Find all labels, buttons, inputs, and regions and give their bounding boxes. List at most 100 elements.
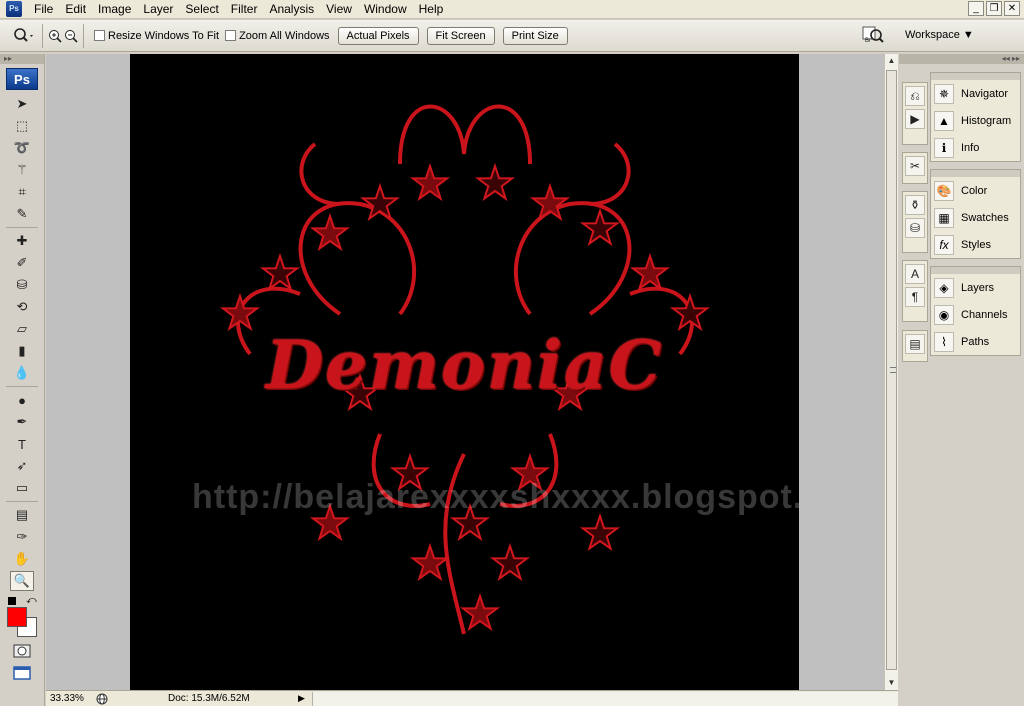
magic-wand-tool-button[interactable]: ⚚ [10,160,34,180]
clone-stamp-tool-button[interactable]: ⛁ [10,275,34,295]
resize-windows-checkbox[interactable]: Resize Windows To Fit [94,30,219,42]
zoom-level-field[interactable]: 33.33% [46,693,92,704]
notes-tool-button[interactable]: ▤ [10,505,34,525]
menu-window[interactable]: Window [358,0,413,19]
eraser-tool-button[interactable]: ▱ [10,319,34,339]
brushes-panel-icon[interactable]: ⚱ [905,195,925,215]
lasso-tool-button[interactable]: ➰ [10,138,34,158]
pen-tool-button[interactable]: ✒ [10,412,34,432]
default-colors-icon[interactable] [8,597,16,605]
star-decoration [474,162,516,202]
menu-image[interactable]: Image [92,0,137,19]
clone-source-panel-icon[interactable]: ⛁ [905,218,925,238]
minimize-button[interactable]: _ [968,1,984,16]
panel-icon-column-4: A ¶ [902,260,928,322]
close-button[interactable]: ✕ [1004,1,1020,16]
photoshop-logo[interactable]: Ps [6,68,38,90]
panel-item-info[interactable]: ℹ Info [931,134,1020,161]
panel-group-header[interactable] [931,170,1020,177]
hand-tool-button[interactable]: ✋ [10,549,34,569]
panel-item-color[interactable]: 🎨 Color [931,177,1020,204]
workspace-menu-button[interactable]: Workspace ▼ [897,24,982,46]
tool-presets-panel-icon[interactable]: ✂ [905,156,925,176]
menu-analysis[interactable]: Analysis [263,0,320,19]
path-selection-tool-icon: ➶ [16,458,28,473]
brush-tool-icon: ✐ [16,255,28,270]
panel-item-paths[interactable]: ⌇ Paths [931,328,1020,355]
toolbox-grip[interactable]: ▸▸ [0,54,44,64]
styles-fx-icon: fx [934,234,954,255]
vertical-scrollbar[interactable]: ▲ ▼ [884,54,898,690]
restore-button[interactable]: ❐ [986,1,1002,16]
document-canvas[interactable]: DemoniaC http://belajarexxxxshxxxx.blogs… [130,54,799,690]
screen-mode-button[interactable] [10,663,34,683]
menu-help[interactable]: Help [413,0,450,19]
menu-layer[interactable]: Layer [137,0,179,19]
panel-dock-grip[interactable]: ◂◂ ▸▸ [899,54,1024,64]
zoom-out-mode-button[interactable] [63,27,79,45]
menu-edit[interactable]: Edit [59,0,92,19]
navigator-icon: ✵ [934,83,954,104]
blur-tool-button[interactable]: 💧 [10,363,34,383]
status-menu-arrow-icon[interactable]: ▶ [298,693,308,704]
healing-brush-tool-button[interactable]: ✚ [10,231,34,251]
panel-label: Histogram [961,114,1012,127]
photoshop-app-icon[interactable]: Ps [6,1,22,17]
checkbox-box[interactable] [225,30,237,41]
panel-item-styles[interactable]: fx Styles [931,231,1020,258]
paragraph-panel-icon[interactable]: ¶ [905,287,925,307]
star-decoration [409,542,451,582]
panel-group-header[interactable] [931,73,1020,80]
history-panel-icon[interactable]: ⎌ [905,86,925,106]
crop-tool-button[interactable]: ⌗ [10,182,34,202]
quick-mask-mode-button[interactable] [10,641,34,661]
menu-filter[interactable]: Filter [225,0,264,19]
history-brush-tool-icon: ⟲ [16,299,28,314]
zoom-tool-button[interactable]: 🔍 [10,571,34,591]
marquee-tool-button[interactable]: ⬚ [10,116,34,136]
horizontal-scrollbar[interactable] [312,691,898,706]
panel-item-navigator[interactable]: ✵ Navigator [931,80,1020,107]
path-selection-tool-button[interactable]: ➶ [10,456,34,476]
zoom-all-windows-checkbox[interactable]: Zoom All Windows [225,30,330,42]
move-tool-button[interactable]: ➤ [10,94,34,114]
scroll-up-arrow-icon[interactable]: ▲ [885,54,898,68]
dodge-tool-button[interactable]: ● [10,390,34,410]
zoom-in-mode-button[interactable] [47,27,63,45]
tool-preset-picker[interactable] [10,24,38,48]
panel-item-channels[interactable]: ◉ Channels [931,301,1020,328]
eyedropper-tool-button[interactable]: ✑ [10,527,34,547]
brush-tool-button[interactable]: ✐ [10,253,34,273]
menu-view[interactable]: View [320,0,358,19]
menu-select[interactable]: Select [179,0,224,19]
go-to-bridge-button[interactable]: Br [860,24,886,46]
foreground-color-swatch[interactable] [7,607,27,627]
slice-tool-button[interactable]: ✎ [10,204,34,224]
print-size-button[interactable]: Print Size [502,26,568,45]
swap-colors-icon[interactable]: ⤺ [26,595,37,606]
status-globe-icon[interactable] [96,693,108,705]
checkbox-box[interactable] [94,30,105,41]
gradient-tool-button[interactable]: ▮ [10,341,34,361]
type-tool-button[interactable]: T [10,434,34,454]
shape-tool-button[interactable]: ▭ [10,478,34,498]
panel-item-swatches[interactable]: ▦ Swatches [931,204,1020,231]
layer-comps-panel-icon[interactable]: ▤ [905,334,925,354]
character-panel-icon[interactable]: A [905,264,925,284]
window-controls: _ ❐ ✕ [968,1,1020,16]
fit-screen-button[interactable]: Fit Screen [426,26,495,45]
panel-group-header[interactable] [931,267,1020,274]
actions-panel-icon[interactable]: ▶ [905,109,925,129]
screen-mode-icon [13,666,31,680]
document-canvas-area[interactable]: DemoniaC http://belajarexxxxshxxxx.blogs… [46,54,884,690]
scroll-down-arrow-icon[interactable]: ▼ [885,676,898,690]
zoom-out-icon [65,29,78,43]
actual-pixels-button[interactable]: Actual Pixels [337,26,419,45]
scrollbar-thumb[interactable] [886,70,897,670]
healing-brush-tool-icon: ✚ [16,233,28,248]
panel-item-layers[interactable]: ◈ Layers [931,274,1020,301]
history-brush-tool-button[interactable]: ⟲ [10,297,34,317]
panel-item-histogram[interactable]: ▲ Histogram [931,107,1020,134]
menu-file[interactable]: File [28,0,59,19]
shape-tool-icon: ▭ [15,480,29,495]
